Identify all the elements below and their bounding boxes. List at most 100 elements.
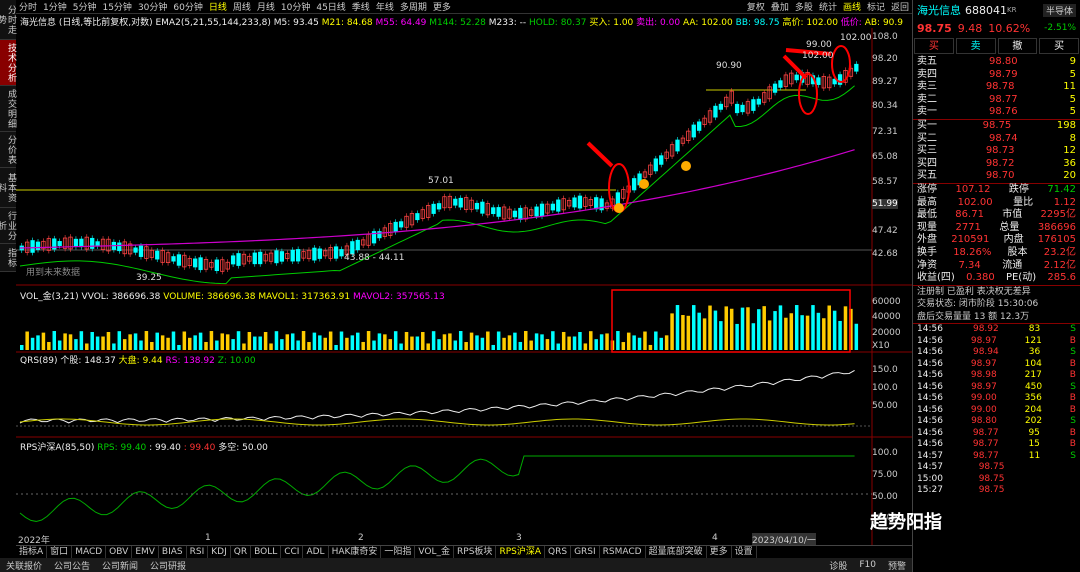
- status-link-quote[interactable]: 关联报价: [0, 559, 48, 572]
- tab-zhibiao[interactable]: 指标: [0, 244, 16, 272]
- period-45day[interactable]: 45日线: [313, 0, 348, 13]
- period-quarter[interactable]: 季线: [349, 0, 373, 13]
- book-row[interactable]: 买五 98.70 20: [913, 170, 1080, 183]
- period-multi[interactable]: 多周期: [397, 0, 430, 13]
- period-10min[interactable]: 10分钟: [278, 0, 313, 13]
- cancel-order-button[interactable]: 撤: [997, 38, 1038, 54]
- period-60min[interactable]: 60分钟: [170, 0, 205, 13]
- tick-cell: 98.92: [972, 324, 999, 335]
- book-row[interactable]: 卖五 98.80 9: [913, 56, 1080, 69]
- indicator-tab[interactable]: EMV: [132, 546, 159, 558]
- book-row[interactable]: 卖四 98.79 5: [913, 69, 1080, 82]
- period-monthly[interactable]: 月线: [254, 0, 278, 13]
- indicator-tab[interactable]: MACD: [72, 546, 107, 558]
- overlay-button[interactable]: 叠加: [768, 0, 792, 13]
- volume-bar: [334, 344, 338, 350]
- period-15min[interactable]: 15分钟: [99, 0, 134, 13]
- qrs-line: [19, 370, 855, 424]
- stat-row: 换手 18.26% 股本 23.2亿: [913, 247, 1080, 260]
- period-daily[interactable]: 日线: [206, 0, 230, 13]
- period-more[interactable]: 更多: [430, 0, 454, 13]
- bb-label: BB: 98.75: [735, 18, 780, 28]
- book-row[interactable]: 卖一 98.76 5: [913, 106, 1080, 119]
- back-button[interactable]: 返回: [888, 0, 912, 13]
- ab-label: AB: 90.9: [864, 18, 903, 28]
- buy-button[interactable]: 买: [914, 38, 954, 54]
- price-tick: 65.08: [872, 152, 898, 162]
- period-fenshi[interactable]: 分时: [16, 0, 40, 13]
- stat-cell: 285.6: [1047, 272, 1076, 284]
- stat-cell: 最低: [917, 209, 937, 221]
- volume-bar: [637, 337, 642, 350]
- indicator-tab[interactable]: QR: [231, 546, 252, 558]
- book-row[interactable]: 买一 98.75 198: [913, 120, 1080, 133]
- draw-line-button[interactable]: 画线: [840, 0, 864, 13]
- multi-stock-button[interactable]: 多股: [792, 0, 816, 13]
- indicator-tab[interactable]: RSI: [187, 546, 209, 558]
- book-row[interactable]: 买四 98.72 36: [913, 158, 1080, 171]
- tab-jiben[interactable]: 基本资料: [0, 168, 16, 208]
- tick-cell: 217: [1024, 370, 1042, 381]
- sector-pct: -2.51%: [1044, 23, 1076, 33]
- volume-bar: [198, 332, 203, 350]
- status-link-announce[interactable]: 公司公告: [48, 559, 96, 572]
- indicator-tab[interactable]: 一阳指: [381, 546, 416, 558]
- indicator-tab[interactable]: CCI: [281, 546, 304, 558]
- indicator-tab[interactable]: BIAS: [159, 546, 187, 558]
- indicator-tab[interactable]: GRSI: [571, 546, 600, 558]
- tab-fenjia[interactable]: 分价表: [0, 132, 16, 168]
- mark-button[interactable]: 标记: [864, 0, 888, 13]
- tab-jishu[interactable]: 技术分析: [0, 40, 16, 86]
- volume-bar: [713, 310, 718, 350]
- indicator-tab[interactable]: ADL: [303, 546, 329, 558]
- volume-bar: [372, 340, 376, 350]
- indicator-tab[interactable]: BOLL: [251, 546, 282, 558]
- alert-button[interactable]: 预警: [882, 559, 912, 572]
- diagnose-button[interactable]: 诊股: [823, 559, 853, 572]
- tick-cell: B: [1069, 404, 1076, 415]
- stats-button[interactable]: 统计: [816, 0, 840, 13]
- fuquan-button[interactable]: 复权: [744, 0, 768, 13]
- tab-fenshi[interactable]: 分时走势: [0, 0, 16, 40]
- indicator-tab[interactable]: 窗口: [47, 546, 73, 558]
- volume-bar: [345, 337, 349, 350]
- volume-bar: [220, 333, 225, 350]
- period-30min[interactable]: 30分钟: [135, 0, 170, 13]
- book-cell: 98.80: [988, 56, 1018, 67]
- period-year[interactable]: 年线: [373, 0, 397, 13]
- book-row[interactable]: 买三 98.73 12: [913, 145, 1080, 158]
- indicator-tab[interactable]: RPS板块: [454, 546, 497, 558]
- period-1min[interactable]: 1分钟: [40, 0, 70, 13]
- indicator-tab[interactable]: 指标A: [16, 546, 48, 558]
- book-row[interactable]: 买二 98.74 8: [913, 133, 1080, 146]
- stat-row: 涨停 107.12 跌停 71.42: [913, 184, 1080, 197]
- kline-chart[interactable]: 90.90 57.01 43.88 - 44.11 39.25 99.00 10…: [16, 28, 912, 545]
- buy2-button[interactable]: 买: [1039, 38, 1079, 54]
- status-link-news[interactable]: 公司新闻: [96, 559, 144, 572]
- indicator-tab[interactable]: VOL_金: [415, 546, 455, 558]
- book-row[interactable]: 卖三 98.78 11: [913, 81, 1080, 94]
- indicator-tab[interactable]: 更多: [707, 546, 732, 558]
- indicator-tab[interactable]: QRS: [545, 546, 572, 558]
- indicator-tab[interactable]: OBV: [106, 546, 133, 558]
- f10-button[interactable]: F10: [853, 560, 882, 570]
- tick-cell: 83: [1028, 324, 1041, 335]
- rps-v3: : 99.40: [183, 443, 216, 453]
- tab-chengjiao[interactable]: 成交明细: [0, 86, 16, 132]
- indicator-tab[interactable]: RPS沪深A: [496, 546, 545, 558]
- sector-badge[interactable]: 半导体: [1042, 3, 1076, 17]
- book-cell: 36: [1063, 157, 1076, 169]
- book-row[interactable]: 卖二 98.77 5: [913, 94, 1080, 107]
- status-link-research[interactable]: 公司研报: [144, 559, 192, 572]
- indicator-tab[interactable]: 超量底部突破: [646, 546, 707, 558]
- indicator-tab[interactable]: HAK康奇安: [329, 546, 382, 558]
- indicator-tab[interactable]: KDJ: [208, 546, 231, 558]
- volume-bar: [664, 335, 669, 350]
- period-5min[interactable]: 5分钟: [70, 0, 100, 13]
- tab-hangye[interactable]: 行业分析: [0, 208, 16, 244]
- sell-button[interactable]: 卖: [955, 38, 996, 54]
- period-weekly[interactable]: 周线: [230, 0, 254, 13]
- volume-bar: [361, 341, 365, 350]
- indicator-tab[interactable]: RSMACD: [600, 546, 646, 558]
- indicator-tab[interactable]: 设置: [732, 546, 757, 558]
